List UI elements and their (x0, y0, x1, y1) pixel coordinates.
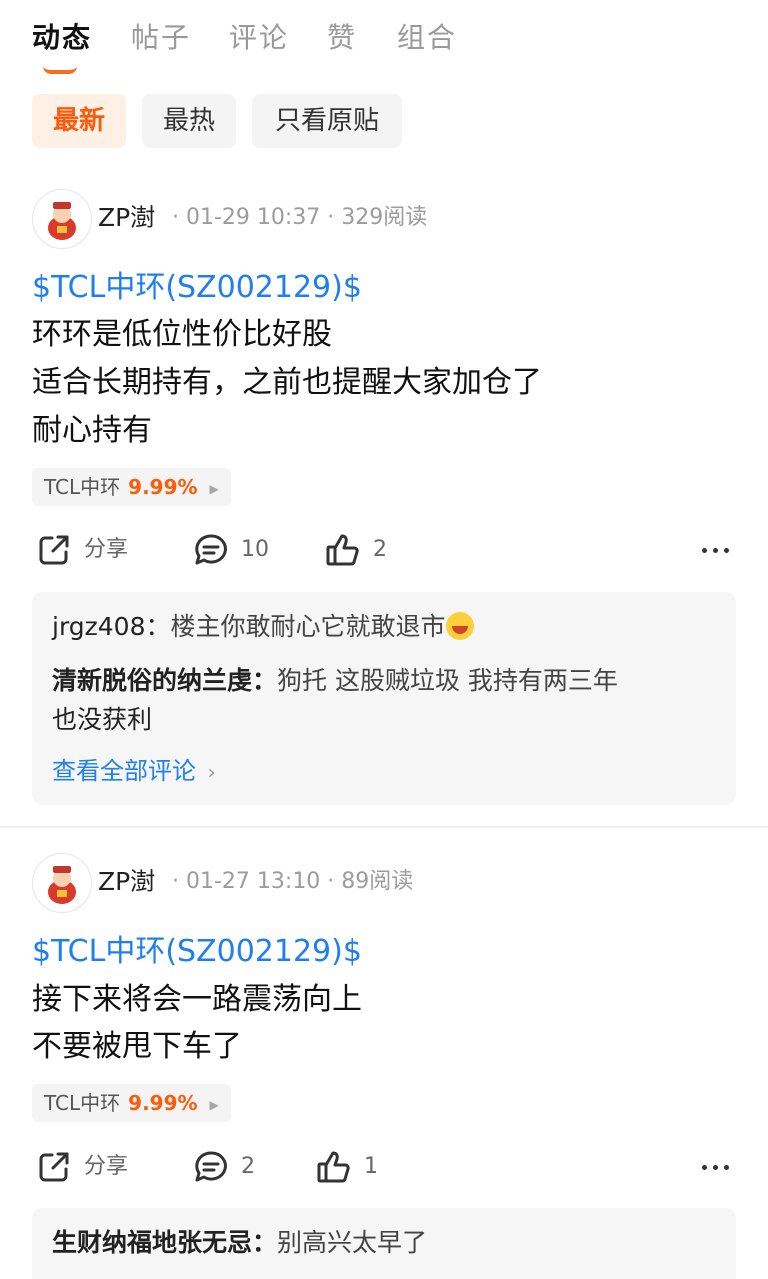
author-name[interactable]: ZP澍 (98, 864, 155, 900)
profile-tabs: 动态 帖子 评论 赞 组合 (0, 0, 768, 80)
tab-likes[interactable]: 赞 (327, 18, 357, 58)
view-all-comments-link[interactable]: 查看全部评论 › (52, 753, 216, 790)
author-name[interactable]: ZP澍 (98, 200, 155, 236)
comment-user[interactable]: 生财纳福地张无忌 (52, 1228, 252, 1257)
comment-preview-box: 生财纳福地张无忌：别高兴太早了 (32, 1208, 736, 1279)
stock-link[interactable]: $TCL中环(SZ002129)$ (32, 268, 362, 308)
filter-latest[interactable]: 最新 (32, 94, 126, 148)
like-button[interactable]: 2 (325, 530, 405, 570)
stock-quote-chip[interactable]: TCL中环 9.99% ▶ (32, 468, 231, 506)
tab-posts[interactable]: 帖子 (131, 18, 191, 58)
more-options-icon[interactable] (700, 530, 732, 570)
comment-text-continued: 也没获利 (52, 705, 153, 734)
post-text-line: 接下来将会一路震荡向上 (32, 982, 362, 1017)
thumbs-up-icon (317, 1151, 350, 1183)
laughing-emoji-icon (445, 612, 474, 640)
stock-name: TCL中环 (44, 475, 121, 499)
comment-user[interactable]: 清新脱俗的纳兰虔 (52, 666, 252, 695)
active-tab-indicator (43, 64, 77, 74)
view-all-label: 查看全部评论 (52, 757, 196, 785)
tab-dynamics[interactable]: 动态 (32, 18, 92, 58)
post-text-line: 不要被甩下车了 (32, 1029, 242, 1064)
comment-preview-box: jrgz408：楼主你敢耐心它就敢退市 清新脱俗的纳兰虔：狗托 这股贼垃圾 我持… (32, 592, 736, 805)
avatar[interactable] (32, 189, 92, 249)
share-label: 分享 (84, 1154, 129, 1179)
post-meta: · 01-29 10:37 · 329阅读 (172, 205, 428, 230)
comment-item[interactable]: 清新脱俗的纳兰虔：狗托 这股贼垃圾 我持有两三年 (52, 662, 712, 700)
comment-item[interactable]: jrgz408：楼主你敢耐心它就敢退市 (52, 608, 712, 646)
comment-user[interactable]: jrgz408 (52, 612, 146, 641)
play-arrow-icon: ▶ (209, 1097, 219, 1112)
stock-change: 9.99% (128, 1091, 198, 1115)
stock-quote-chip[interactable]: TCL中环 9.99% ▶ (32, 1084, 231, 1122)
filter-hottest[interactable]: 最热 (142, 94, 236, 148)
comment-count: 2 (241, 1154, 255, 1179)
stock-name: TCL中环 (44, 1091, 121, 1115)
comment-count: 10 (241, 537, 269, 562)
comment-separator: ： (252, 666, 278, 695)
like-button[interactable]: 1 (316, 1147, 396, 1187)
thumbs-up-icon (326, 534, 359, 566)
comment-text: 别高兴太早了 (277, 1228, 428, 1257)
tab-portfolio[interactable]: 组合 (397, 18, 457, 58)
comment-icon (195, 534, 227, 565)
comment-separator: ： (145, 612, 171, 641)
share-button[interactable]: 分享 (36, 530, 146, 570)
like-count: 2 (373, 537, 387, 562)
filter-original-only[interactable]: 只看原贴 (252, 94, 402, 148)
comment-button[interactable]: 10 (193, 530, 283, 570)
share-icon (39, 1152, 69, 1182)
comment-icon (195, 1151, 227, 1182)
post-text-line: 适合长期持有，之前也提醒大家加仓了 (32, 365, 542, 400)
comment-separator: ： (252, 1228, 278, 1257)
post-divider (0, 826, 768, 828)
avatar[interactable] (32, 853, 92, 913)
comment-text: 楼主你敢耐心它就敢退市 (170, 612, 446, 641)
stock-change: 9.99% (128, 475, 198, 499)
post-text-line: 环环是低位性价比好股 (32, 317, 332, 352)
comment-item[interactable]: 生财纳福地张无忌：别高兴太早了 (52, 1224, 712, 1262)
like-count: 1 (364, 1154, 378, 1179)
share-icon (39, 535, 69, 565)
post-text-line: 耐心持有 (32, 413, 152, 448)
tab-comments[interactable]: 评论 (229, 18, 289, 58)
comment-button[interactable]: 2 (193, 1147, 273, 1187)
stock-link[interactable]: $TCL中环(SZ002129)$ (32, 932, 362, 972)
comment-text: 狗托 这股贼垃圾 我持有两三年 (277, 666, 618, 695)
post-meta: · 01-27 13:10 · 89阅读 (172, 869, 414, 894)
chevron-right-icon: › (207, 760, 216, 784)
play-arrow-icon: ▶ (209, 481, 219, 496)
more-options-icon[interactable] (700, 1147, 732, 1187)
share-button[interactable]: 分享 (36, 1147, 146, 1187)
share-label: 分享 (84, 537, 129, 562)
